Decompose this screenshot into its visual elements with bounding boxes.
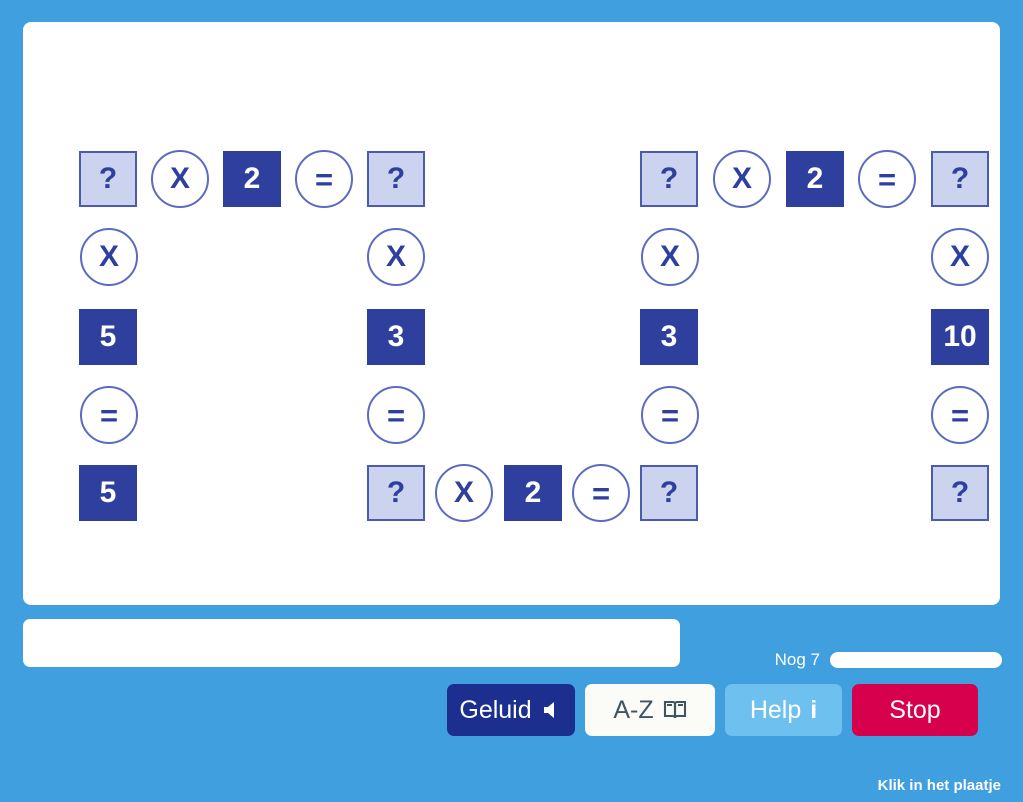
unknown-tile-r5c7[interactable]: ? (931, 465, 989, 521)
equals-operator-r4c4: = (931, 386, 989, 444)
multiply-operator-r2c2: X (367, 228, 425, 286)
progress-fill (830, 652, 1002, 668)
unknown-tile-r1c5[interactable]: ? (367, 151, 425, 207)
equals-operator-r4c1: = (80, 386, 138, 444)
number-tile-r3c1: 5 (79, 309, 137, 365)
speaker-icon (541, 699, 563, 721)
sound-button-label: Geluid (459, 695, 532, 724)
equals-operator-r1c4: = (295, 150, 353, 208)
multiply-operator-r2c1: X (80, 228, 138, 286)
multiply-operator-r1c7: X (713, 150, 771, 208)
progress-track (830, 652, 1002, 668)
equals-operator-r4c3: = (641, 386, 699, 444)
equals-operator-r4c2: = (367, 386, 425, 444)
instruction-hint: Klik in het plaatje (877, 777, 1001, 794)
answer-input[interactable] (23, 619, 680, 667)
equals-operator-r5c5: = (572, 464, 630, 522)
stop-button-label: Stop (889, 695, 941, 724)
multiply-operator-r5c3: X (435, 464, 493, 522)
help-button[interactable]: Help i (725, 684, 842, 736)
unknown-tile-r1c10[interactable]: ? (931, 151, 989, 207)
progress-indicator: Nog 7 (700, 646, 1002, 674)
multiply-operator-r1c2: X (151, 150, 209, 208)
help-button-label: Help (749, 695, 802, 724)
unknown-tile-r1c6[interactable]: ? (640, 151, 698, 207)
button-bar: Geluid A-Z Help i Stop (447, 684, 1001, 736)
equals-operator-r1c9: = (858, 150, 916, 208)
number-tile-r1c8: 2 (786, 151, 844, 207)
stop-button[interactable]: Stop (852, 684, 978, 736)
number-tile-r3c2: 3 (367, 309, 425, 365)
sound-button[interactable]: Geluid (447, 684, 575, 736)
number-tile-r1c3: 2 (223, 151, 281, 207)
number-tile-r3c3: 3 (640, 309, 698, 365)
az-button-label: A-Z (613, 695, 654, 724)
progress-label: Nog 7 (774, 650, 820, 669)
puzzle-canvas[interactable]: ? X 2 =?? X 2 =? X X X X 5 3 3 10 = = = = 5? X 2 =?? (23, 22, 1000, 605)
multiply-operator-r2c3: X (641, 228, 699, 286)
multiply-operator-r2c4: X (931, 228, 989, 286)
unknown-tile-r1c1[interactable]: ? (79, 151, 137, 207)
number-tile-r5c1: 5 (79, 465, 137, 521)
book-icon (663, 699, 687, 721)
unknown-tile-r5c6[interactable]: ? (640, 465, 698, 521)
number-tile-r5c4: 2 (504, 465, 562, 521)
tile-grid: ? X 2 =?? X 2 =? X X X X 5 3 3 10 = = = = 5? X 2 =?? (23, 22, 1000, 605)
info-icon: i (810, 695, 818, 724)
number-tile-r3c4: 10 (931, 309, 989, 365)
unknown-tile-r5c2[interactable]: ? (367, 465, 425, 521)
az-dictionary-button[interactable]: A-Z (585, 684, 715, 736)
